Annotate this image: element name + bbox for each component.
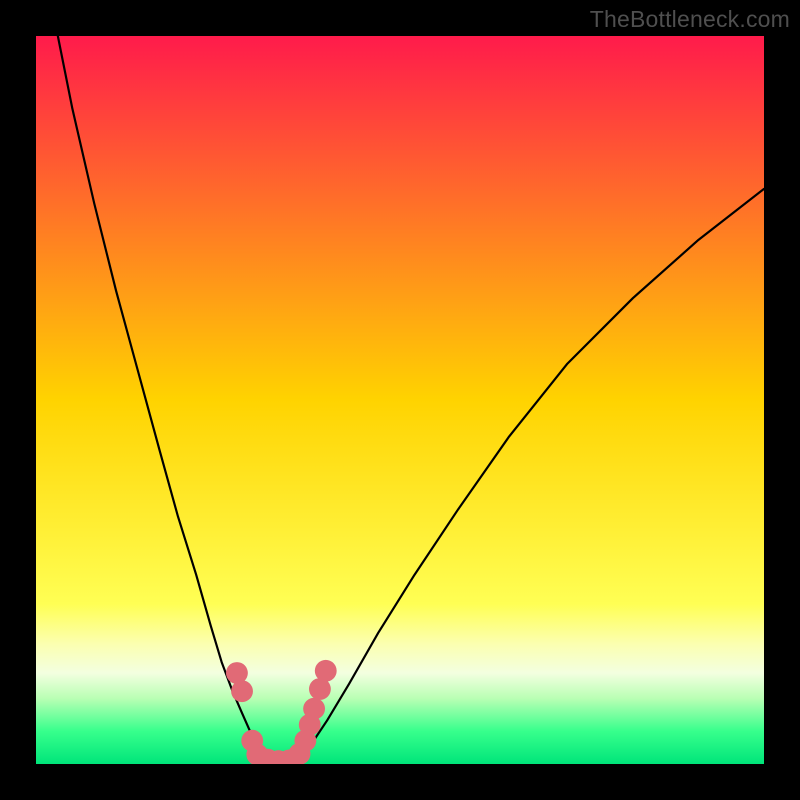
marker-dot [315,660,337,682]
plot-area [36,36,764,764]
curves-layer [36,36,764,764]
marker-dot [303,698,325,720]
series-left-branch [58,36,262,757]
marker-dot [231,680,253,702]
watermark-label: TheBottleneck.com [590,6,790,33]
series-right-branch [302,189,764,757]
chart-frame: TheBottleneck.com [0,0,800,800]
